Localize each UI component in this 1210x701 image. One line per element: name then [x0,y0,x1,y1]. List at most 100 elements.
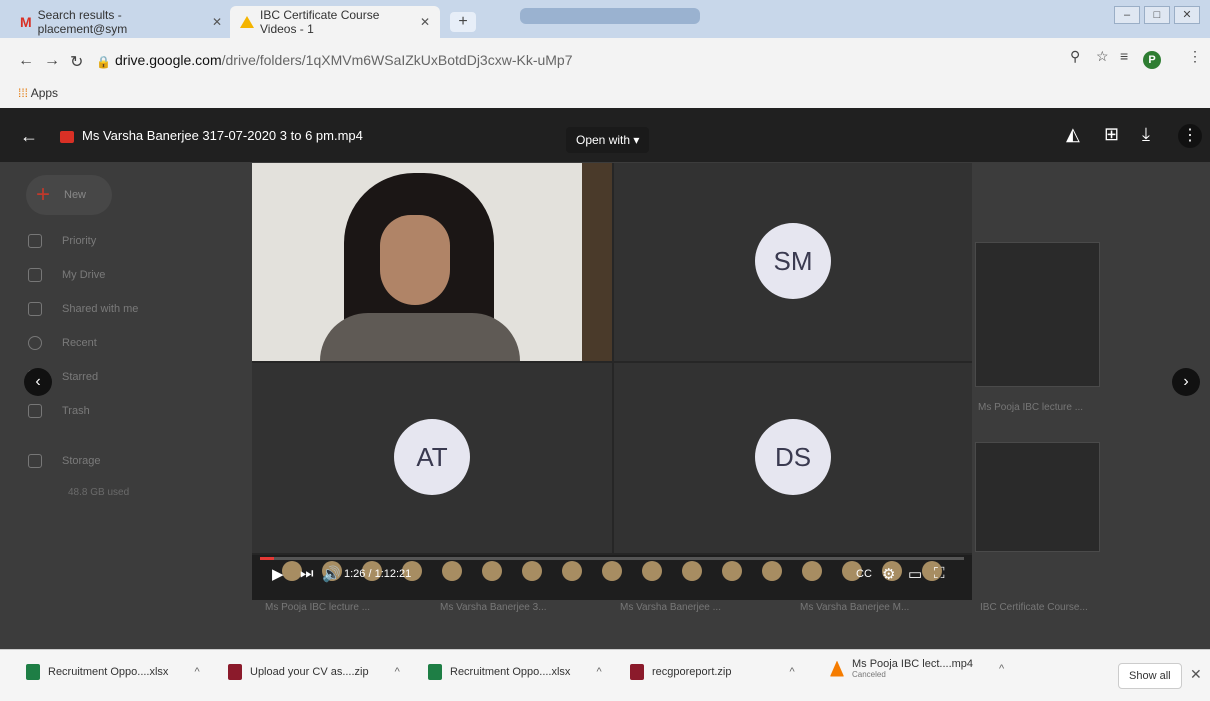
url-host: drive.google.com [115,52,222,68]
zip-file-icon [228,664,242,680]
priority-icon [28,234,42,248]
play-icon[interactable]: ▶ [272,565,284,583]
sidebar-label: Trash [62,405,90,417]
apps-label: Apps [30,86,59,100]
download-icon[interactable]: ⤓ [1142,124,1150,145]
download-item[interactable]: Ms Pooja IBC lect....mp4 Canceled ^ [830,658,1004,679]
seek-bar[interactable] [260,557,964,560]
download-name: Recruitment Oppo....xlsx [48,666,169,678]
clock-icon [28,336,42,350]
participant-dot [482,561,502,581]
participant-face [380,215,450,305]
background-door [582,163,612,361]
sidebar-label: Starred [62,371,99,383]
participant-dot [682,561,702,581]
sidebar-label: Shared with me [62,303,139,315]
download-name: Ms Pooja IBC lect....mp4 [852,658,974,670]
reload-icon[interactable]: ↻ [70,52,83,72]
file-thumbnail[interactable] [975,442,1100,552]
playback-time: 1:26 / 1:12:21 [344,568,412,580]
participant-dot [562,561,582,581]
participant-dot [602,561,622,581]
new-tab-button[interactable]: + [450,12,476,32]
tab-label: IBC Certificate Course Videos - 1 [260,8,380,36]
participant-tile: DS [614,363,972,553]
close-icon[interactable]: ✕ [420,15,430,29]
sidebar-item-shared[interactable]: Shared with me [28,302,138,316]
download-item[interactable]: Recruitment Oppo....xlsx ^ [26,664,200,680]
show-all-button[interactable]: Show all [1118,663,1182,689]
apps-shortcut[interactable]: ⁞⁞⁞ Apps [18,86,58,100]
downloads-bar: Recruitment Oppo....xlsx ^ Upload your C… [0,649,1210,701]
close-icon[interactable]: ✕ [1190,666,1202,683]
minimize-button[interactable]: – [1114,6,1140,24]
download-status: Canceled [852,670,886,679]
file-label: Ms Varsha Banerjee ... [620,602,721,613]
chevron-up-icon[interactable]: ^ [596,666,601,678]
seek-bar-progress [260,557,275,560]
next-icon[interactable]: ⏭ [300,565,314,582]
participant-dot [642,561,662,581]
file-label: Ms Pooja IBC lecture ... [978,402,1084,413]
video-player[interactable]: SM AT DS ▶ ⏭ 🔊 1:26 / 1:12:21 CC ⚙ ▭ ⛶ [252,163,972,600]
profile-avatar[interactable]: P [1143,51,1161,69]
close-icon[interactable]: ✕ [212,15,222,29]
menu-icon[interactable]: ⋮ [1188,48,1202,65]
file-thumbnail[interactable] [975,242,1100,387]
more-options-icon[interactable]: ⋮ [1178,124,1202,148]
next-file-button[interactable]: › [1172,368,1200,396]
new-label: New [64,189,87,201]
window-close-button[interactable]: ✕ [1174,6,1200,24]
fullscreen-icon[interactable]: ⛶ [934,565,945,582]
zoom-icon[interactable]: ⚲ [1070,48,1080,65]
settings-gear-icon[interactable]: ⚙ [882,565,895,583]
download-item[interactable]: Recruitment Oppo....xlsx ^ [428,664,602,680]
maximize-button[interactable]: □ [1144,6,1170,24]
tab-drive[interactable]: IBC Certificate Course Videos - 1 ✕ [230,6,440,38]
miniplayer-icon[interactable]: ▭ [908,565,922,583]
file-label: Ms Pooja IBC lecture ... [265,602,371,613]
add-shortcut-icon[interactable]: ⊞ [1104,124,1119,145]
download-name: Recruitment Oppo....xlsx [450,666,571,678]
file-label: IBC Certificate Course... [980,602,1088,613]
tab-gmail[interactable]: M Search results - placement@sym ✕ [10,6,232,38]
apps-grid-icon: ⁞⁞⁞ [18,86,29,100]
star-icon[interactable]: ☆ [1096,48,1109,65]
chevron-up-icon[interactable]: ^ [395,666,400,678]
sidebar-item-trash[interactable]: Trash [28,404,90,418]
forward-icon[interactable]: → [44,52,60,70]
chevron-up-icon[interactable]: ^ [999,663,1004,675]
storage-icon [28,454,42,468]
sidebar-item-recent[interactable]: Recent [28,336,97,350]
chevron-up-icon[interactable]: ^ [194,666,199,678]
sidebar-item-storage[interactable]: Storage [28,454,101,468]
window-controls: – □ ✕ [1114,6,1200,24]
volume-icon[interactable]: 🔊 [322,565,341,583]
participant-dot [282,561,302,581]
sidebar-item-priority[interactable]: Priority [28,234,96,248]
participant-dot [802,561,822,581]
url-path: /drive/folders/1qXMVm6WSaIZkUxBotdDj3cxw… [221,52,573,68]
chevron-up-icon[interactable]: ^ [790,666,795,678]
excel-file-icon [428,664,442,680]
participant-dot [762,561,782,581]
reading-list-icon[interactable]: ≡ [1120,48,1128,64]
excel-file-icon [26,664,40,680]
captions-icon[interactable]: CC [856,568,872,580]
previous-file-button[interactable]: ‹ [24,368,52,396]
download-name: Upload your CV as....zip [250,666,369,678]
sidebar-item-my-drive[interactable]: My Drive [28,268,105,282]
participant-tile-camera [252,163,612,361]
download-item[interactable]: recgporeport.zip ^ [630,664,795,680]
open-with-label: Open with [576,133,631,147]
new-button[interactable]: + New [26,175,112,215]
gmail-icon: M [20,14,32,30]
file-viewer-header: ← Ms Varsha Banerjee 317-07-2020 3 to 6 … [0,108,1210,162]
open-with-button[interactable]: Open with ▾ [566,127,650,153]
file-title: Ms Varsha Banerjee 317-07-2020 3 to 6 pm… [82,128,363,143]
address-bar[interactable]: drive.google.com/drive/folders/1qXMVm6WS… [115,52,573,68]
back-arrow-icon[interactable]: ← [20,126,38,147]
back-icon[interactable]: ← [18,52,34,70]
download-item[interactable]: Upload your CV as....zip ^ [228,664,400,680]
add-to-drive-icon[interactable]: ◭ [1066,124,1080,145]
